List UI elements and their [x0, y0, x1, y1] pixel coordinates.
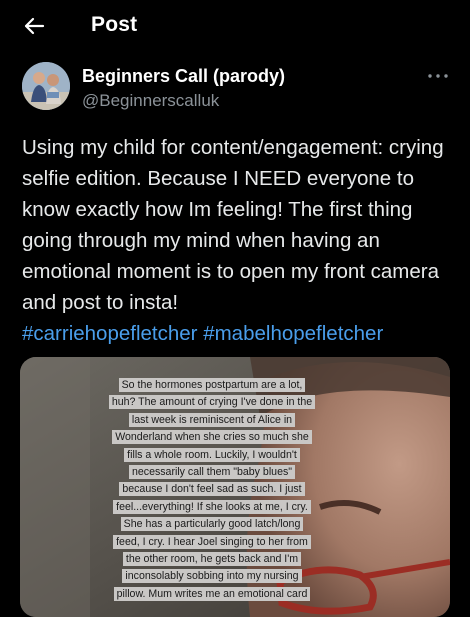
caption-line: fills a whole room. Luckily, I wouldn't — [124, 447, 300, 462]
caption-line: because I don't feel sad as such. I just — [119, 482, 305, 497]
caption-line: Wonderland when she cries so much she — [112, 430, 312, 445]
post-text: Using my child for content/engagement: c… — [22, 136, 444, 314]
arrow-left-icon — [24, 17, 45, 35]
back-button[interactable] — [22, 14, 46, 38]
caption-line: last week is reminiscent of Alice in — [128, 412, 296, 427]
caption-line: pillow. Mum writes me an emotional card — [113, 586, 311, 601]
more-horizontal-icon — [428, 74, 448, 78]
author-handle[interactable]: @Beginnerscalluk — [82, 91, 219, 111]
hashtag-link[interactable]: #carriehopefletcher — [22, 322, 198, 345]
author-display-name[interactable]: Beginners Call (parody) — [82, 66, 285, 87]
caption-line: inconsolably sobbing into my nursing — [122, 569, 302, 584]
caption-line: She has a particularly good latch/long — [120, 517, 304, 532]
story-caption: So the hormones postpartum are a lot, hu… — [102, 377, 322, 603]
caption-line: the other room, he gets back and I'm — [122, 552, 302, 567]
page-title: Post — [91, 13, 138, 36]
caption-line: So the hormones postpartum are a lot, — [118, 378, 306, 392]
avatar[interactable] — [22, 62, 70, 110]
post-media-image[interactable]: So the hormones postpartum are a lot, hu… — [20, 357, 450, 617]
top-bar: Post — [0, 0, 470, 52]
caption-line: necessarily call them "baby blues" — [128, 465, 296, 480]
post-hashtags: #carriehopefletcher #mabelhopefletcher — [22, 318, 383, 349]
more-options-button[interactable] — [426, 68, 450, 84]
caption-line: huh? The amount of crying I've done in t… — [108, 395, 316, 410]
hashtag-link[interactable]: #mabelhopefletcher — [203, 322, 383, 345]
caption-line: feed, I cry. I hear Joel singing to her … — [113, 534, 311, 549]
caption-line: feel...everything! If she looks at me, I… — [113, 499, 311, 514]
